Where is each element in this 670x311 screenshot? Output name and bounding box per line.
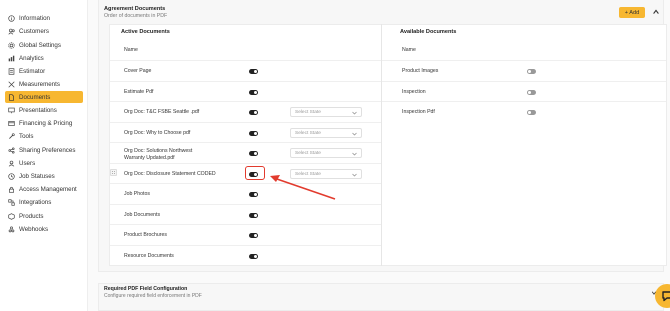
financing-icon — [8, 120, 15, 127]
sidebar-item-label: Information — [19, 14, 50, 22]
sidebar-item-estimator[interactable]: Estimator — [5, 65, 83, 77]
documents-icon — [8, 93, 15, 101]
sidebar-item-job-statuses[interactable]: Job Statuses — [5, 170, 83, 182]
sidebar-item-label: Financing & Pricing — [19, 119, 73, 127]
required-pdf-title: Required PDF Field Configuration — [104, 286, 188, 292]
sidebar-item-webhooks[interactable]: Webhooks — [5, 223, 83, 235]
sidebar-item-financing-pricing[interactable]: Financing & Pricing — [5, 117, 83, 129]
access-icon — [8, 186, 15, 193]
sidebar-item-measurements[interactable]: Measurements — [5, 78, 83, 90]
sidebar-item-analytics[interactable]: Analytics — [5, 52, 83, 64]
customers-icon — [8, 28, 15, 35]
sidebar-item-label: Sharing Preferences — [19, 146, 76, 154]
sidebar-item-label: Access Management — [19, 185, 77, 193]
info-icon — [8, 14, 15, 22]
sidebar-item-label: Analytics — [19, 54, 44, 62]
sidebar-item-global-settings[interactable]: Global Settings — [5, 39, 83, 51]
estimator-icon — [8, 67, 15, 75]
sidebar-item-sharing-preferences[interactable]: Sharing Preferences — [5, 144, 83, 156]
sidebar-item-users[interactable]: Users — [5, 157, 83, 169]
sidebar-item-customers[interactable]: Customers — [5, 25, 83, 37]
integrations-icon — [8, 198, 15, 206]
sidebar-item-tools[interactable]: Tools — [5, 130, 83, 142]
required-pdf-subtitle: Configure required field enforcement in … — [104, 293, 202, 299]
measurements-icon — [8, 80, 15, 88]
products-icon — [8, 212, 15, 220]
sidebar-item-label: Estimator — [19, 67, 46, 75]
gear-icon — [8, 41, 15, 49]
sidebar-item-label: Users — [19, 159, 36, 167]
webhooks-icon — [8, 226, 15, 233]
sidebar-item-products[interactable]: Products — [5, 210, 83, 222]
chat-icon — [662, 291, 670, 302]
analytics-icon — [8, 55, 15, 62]
sidebar-item-information[interactable]: Information — [5, 12, 83, 24]
sidebar: Information Customers Global Settings Analy… — [0, 0, 88, 311]
sidebar-item-label: Tools — [19, 132, 34, 140]
annotation-arrow — [270, 175, 336, 200]
sidebar-item-integrations[interactable]: Integrations — [5, 196, 83, 208]
sidebar-item-label: Presentations — [19, 106, 57, 114]
presentations-icon — [8, 107, 15, 114]
sidebar-item-presentations[interactable]: Presentations — [5, 104, 83, 116]
tools-icon — [8, 132, 15, 140]
sidebar-item-label: Measurements — [19, 80, 60, 88]
sidebar-item-label: Documents — [19, 93, 51, 101]
sidebar-item-label: Job Statuses — [19, 172, 55, 180]
main-content: Agreement Documents Order of documents i… — [88, 0, 670, 311]
sidebar-item-access-management[interactable]: Access Management — [5, 183, 83, 195]
sharing-icon — [8, 146, 15, 154]
sidebar-item-label: Products — [19, 212, 44, 220]
job-statuses-icon — [8, 172, 15, 180]
sidebar-item-label: Global Settings — [19, 41, 61, 49]
sidebar-item-label: Integrations — [19, 198, 52, 206]
sidebar-item-label: Customers — [19, 27, 49, 35]
sidebar-item-label: Webhooks — [19, 225, 49, 233]
users-icon — [8, 160, 15, 167]
sidebar-item-documents[interactable]: Documents — [5, 91, 83, 103]
